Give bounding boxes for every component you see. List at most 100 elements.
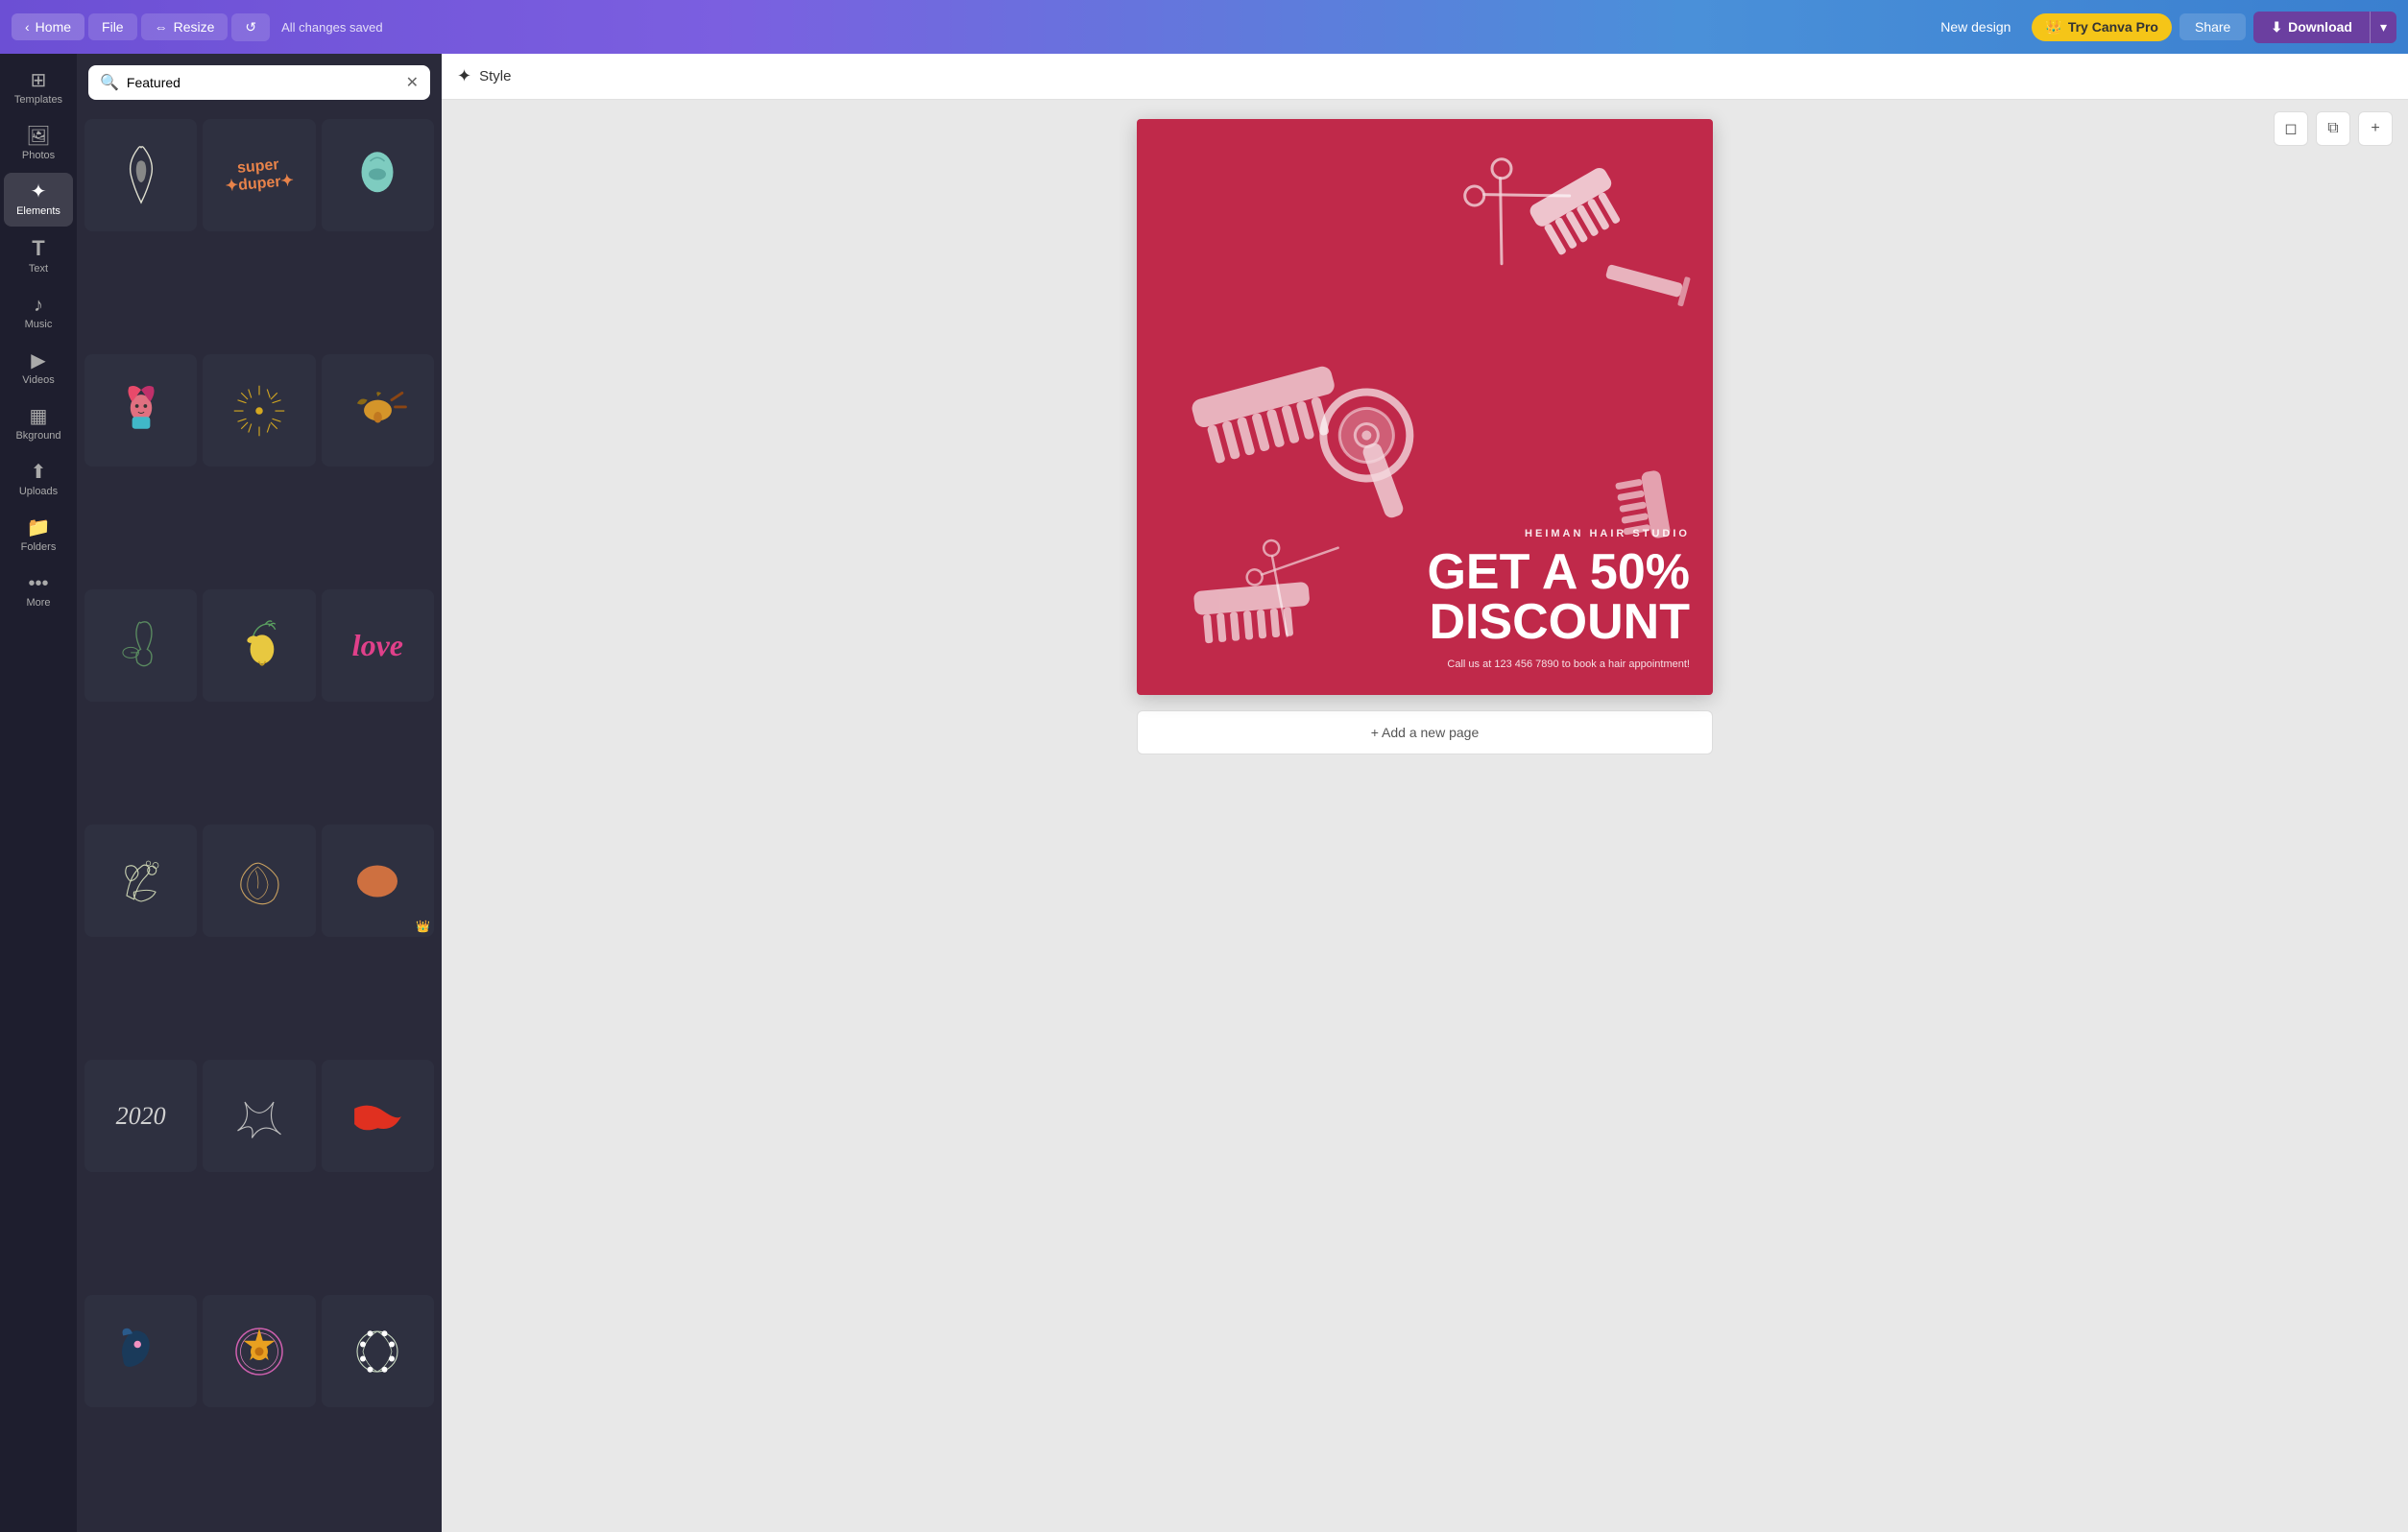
home-label: Home bbox=[36, 19, 71, 35]
sidebar-item-folders[interactable]: 📁 Folders bbox=[4, 509, 73, 563]
sidebar-item-text[interactable]: T Text bbox=[4, 228, 73, 284]
sidebar-item-label: Music bbox=[25, 319, 53, 330]
sidebar-item-videos[interactable]: ▶ Videos bbox=[4, 342, 73, 395]
file-label: File bbox=[102, 19, 124, 35]
try-pro-label: Try Canva Pro bbox=[2068, 19, 2158, 35]
crown-icon: 👑 bbox=[2045, 19, 2061, 36]
sidebar-item-label: Elements bbox=[16, 205, 60, 217]
copy-style-button[interactable]: ◻ bbox=[2274, 111, 2308, 146]
music-icon: ♪ bbox=[34, 296, 43, 315]
pro-crown-badge: 👑 bbox=[416, 920, 430, 933]
resize-icon: ⇔ bbox=[155, 19, 168, 35]
chevron-down-icon: ▾ bbox=[2380, 19, 2387, 35]
download-button[interactable]: ⬇ Download bbox=[2253, 12, 2370, 43]
element-item[interactable] bbox=[84, 354, 197, 467]
undo-button[interactable]: ↺ bbox=[231, 13, 270, 41]
element-item[interactable] bbox=[203, 589, 315, 702]
element-item[interactable] bbox=[84, 119, 197, 231]
chevron-left-icon: ‹ bbox=[25, 19, 30, 35]
canvas-text-section: HEIMAN HAIR STUDIO GET A 50% DISCOUNT Ca… bbox=[1396, 509, 1713, 696]
clear-icon[interactable]: ✕ bbox=[406, 73, 419, 92]
saved-status: All changes saved bbox=[281, 20, 383, 35]
element-item[interactable]: love bbox=[322, 589, 434, 702]
element-item[interactable]: super ✦duper✦ bbox=[203, 119, 315, 231]
sidebar-item-label: More bbox=[26, 597, 50, 609]
element-item[interactable] bbox=[203, 825, 315, 937]
contact-text: Call us at 123 456 7890 to book a hair a… bbox=[1419, 657, 1690, 673]
element-item[interactable] bbox=[84, 825, 197, 937]
download-icon: ⬇ bbox=[2271, 19, 2282, 36]
plus-icon: + bbox=[2371, 120, 2379, 137]
home-button[interactable]: ‹ Home bbox=[12, 13, 84, 40]
sidebar-item-background[interactable]: ▦ Bkground bbox=[4, 397, 73, 451]
elements-grid: super ✦duper✦ bbox=[77, 111, 442, 1532]
videos-icon: ▶ bbox=[31, 351, 45, 371]
topnav-left: ‹ Home File ⇔ Resize ↺ All changes saved bbox=[12, 13, 383, 41]
sidebar-item-label: Photos bbox=[22, 150, 55, 161]
sidebar-item-music[interactable]: ♪ Music bbox=[4, 286, 73, 340]
style-icon: ✦ bbox=[457, 66, 471, 86]
sidebar-item-label: Uploads bbox=[19, 486, 58, 497]
sidebar-item-label: Folders bbox=[21, 541, 57, 553]
canvas-area: ✦ Style ◻ ⧉ + bbox=[442, 54, 2408, 1532]
design-canvas[interactable]: HEIMAN HAIR STUDIO GET A 50% DISCOUNT Ca… bbox=[1137, 119, 1713, 695]
add-page-label: + Add a new page bbox=[1371, 725, 1480, 740]
share-label: Share bbox=[2195, 19, 2230, 35]
studio-name: HEIMAN HAIR STUDIO bbox=[1419, 528, 1690, 539]
more-icon: ••• bbox=[28, 574, 48, 593]
sidebar-item-label: Text bbox=[29, 263, 48, 275]
uploads-icon: ⬆ bbox=[31, 463, 47, 482]
discount-text: GET A 50% DISCOUNT bbox=[1419, 547, 1690, 647]
canvas-toolbar: ◻ ⧉ + bbox=[2274, 111, 2393, 146]
sidebar-item-photos[interactable]: 🖼 Photos bbox=[4, 117, 73, 171]
templates-icon: ⊞ bbox=[31, 71, 47, 90]
try-pro-button[interactable]: 👑 Try Canva Pro bbox=[2032, 13, 2172, 41]
new-design-label: New design bbox=[1940, 19, 2011, 35]
element-item[interactable] bbox=[322, 354, 434, 467]
element-item[interactable] bbox=[322, 1060, 434, 1172]
element-item[interactable]: 👑 bbox=[322, 825, 434, 937]
text-icon: T bbox=[32, 238, 44, 259]
element-item[interactable] bbox=[322, 1295, 434, 1407]
download-label: Download bbox=[2288, 19, 2352, 35]
sidebar-item-label: Videos bbox=[22, 374, 54, 386]
new-design-button[interactable]: New design bbox=[1927, 13, 2024, 40]
sidebar-item-label: Templates bbox=[14, 94, 62, 106]
add-element-button[interactable]: + bbox=[2358, 111, 2393, 146]
resize-label: Resize bbox=[174, 19, 215, 35]
sidebar-item-templates[interactable]: ⊞ Templates bbox=[4, 61, 73, 115]
sidebar-item-label: Bkground bbox=[15, 430, 60, 442]
background-icon: ▦ bbox=[30, 407, 48, 426]
photos-icon: 🖼 bbox=[26, 127, 50, 146]
undo-icon: ↺ bbox=[245, 19, 256, 36]
element-item[interactable] bbox=[203, 354, 315, 467]
left-sidebar: ⊞ Templates 🖼 Photos ✦ Elements T Text ♪… bbox=[0, 54, 77, 1532]
element-item[interactable] bbox=[84, 1295, 197, 1407]
duplicate-icon: ⧉ bbox=[2327, 120, 2338, 137]
search-input-wrap: 🔍 ✕ bbox=[88, 65, 430, 100]
sidebar-item-more[interactable]: ••• More bbox=[4, 564, 73, 618]
main-body: ⊞ Templates 🖼 Photos ✦ Elements T Text ♪… bbox=[0, 54, 2408, 1532]
topnav-right: New design 👑 Try Canva Pro Share ⬇ Downl… bbox=[1927, 12, 2396, 43]
resize-button[interactable]: ⇔ Resize bbox=[141, 13, 229, 40]
sidebar-item-elements[interactable]: ✦ Elements bbox=[4, 173, 73, 227]
download-dropdown-button[interactable]: ▾ bbox=[2370, 12, 2396, 43]
element-item[interactable] bbox=[203, 1295, 315, 1407]
element-item[interactable] bbox=[84, 589, 197, 702]
element-item[interactable] bbox=[322, 119, 434, 231]
element-item[interactable] bbox=[203, 1060, 315, 1172]
search-input[interactable] bbox=[127, 75, 398, 90]
style-label: Style bbox=[479, 68, 511, 84]
topnav: ‹ Home File ⇔ Resize ↺ All changes saved… bbox=[0, 0, 2408, 54]
search-icon: 🔍 bbox=[100, 73, 119, 92]
design-canvas-inner: HEIMAN HAIR STUDIO GET A 50% DISCOUNT Ca… bbox=[1137, 119, 1713, 695]
duplicate-button[interactable]: ⧉ bbox=[2316, 111, 2350, 146]
add-page-button[interactable]: + Add a new page bbox=[1137, 710, 1713, 754]
folders-icon: 📁 bbox=[27, 518, 51, 538]
elements-icon: ✦ bbox=[31, 182, 47, 202]
element-item[interactable]: 2020 bbox=[84, 1060, 197, 1172]
share-button[interactable]: Share bbox=[2179, 13, 2246, 40]
copy-style-icon: ◻ bbox=[2284, 119, 2297, 138]
sidebar-item-uploads[interactable]: ⬆ Uploads bbox=[4, 453, 73, 507]
file-button[interactable]: File bbox=[88, 13, 137, 40]
